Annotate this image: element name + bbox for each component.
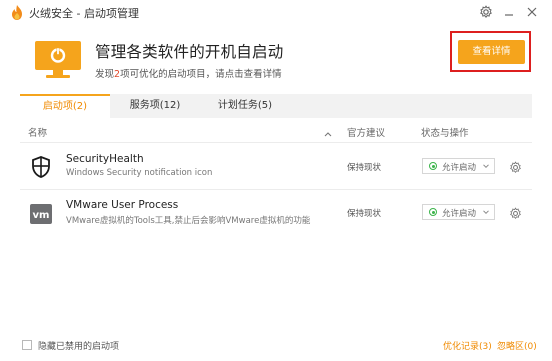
status-ok-icon: [429, 162, 437, 170]
huorong-logo-icon: [10, 5, 24, 20]
minimize-icon[interactable]: [502, 5, 516, 19]
ignore-zone-link[interactable]: 忽略区(0): [497, 339, 537, 352]
row-description: VMware虚拟机的Tools工具,禁止后会影响VMware虚拟机的功能: [66, 216, 311, 226]
subtitle-suffix: 项可优化的启动项目，请点击查看详情: [120, 69, 282, 80]
row-name: VMware User Process: [66, 199, 179, 211]
status-label: 允许启动: [442, 163, 477, 173]
close-icon[interactable]: [525, 5, 539, 19]
page-heading: 管理各类软件的开机自启动: [95, 43, 284, 61]
column-official-advice: 官方建议: [347, 128, 386, 139]
tab-services[interactable]: 服务项(12): [110, 94, 200, 118]
status-ok-icon: [429, 208, 437, 216]
sort-ascending-icon[interactable]: [323, 124, 333, 137]
column-name[interactable]: 名称: [28, 125, 47, 139]
shield-icon: [29, 155, 53, 179]
view-details-button[interactable]: 查看详情: [458, 40, 525, 64]
vmware-icon: vm: [29, 202, 53, 226]
svg-text:vm: vm: [33, 210, 50, 221]
optimize-log-link[interactable]: 优化记录(3): [443, 339, 492, 352]
tab-scheduled-tasks[interactable]: 计划任务(5): [200, 94, 290, 118]
row-divider: [20, 189, 532, 190]
chevron-down-icon: [482, 208, 490, 216]
header-divider: [20, 142, 532, 143]
page-subtitle: 发现2项可优化的启动项目，请点击查看详情: [95, 66, 282, 80]
tab-bar: 启动项(2) 服务项(12) 计划任务(5): [20, 94, 532, 118]
row-name: SecurityHealth: [66, 153, 144, 165]
hide-disabled-label[interactable]: 隐藏已禁用的启动项: [38, 339, 119, 352]
row-description: Windows Security notification icon: [66, 168, 213, 178]
subtitle-prefix: 发现: [95, 69, 115, 80]
startup-monitor-icon: [34, 40, 82, 80]
hide-disabled-checkbox[interactable]: [22, 340, 32, 350]
settings-gear-icon[interactable]: [479, 5, 493, 19]
row-advice: 保持现状: [347, 163, 382, 173]
column-status-actions: 状态与操作: [421, 128, 469, 139]
status-label: 允许启动: [442, 209, 477, 219]
row-settings-gear-icon[interactable]: [509, 159, 522, 174]
startup-status-dropdown[interactable]: 允许启动: [422, 204, 495, 220]
row-settings-gear-icon[interactable]: [509, 205, 522, 220]
startup-status-dropdown[interactable]: 允许启动: [422, 158, 495, 174]
row-advice: 保持现状: [347, 209, 382, 219]
tab-startup-items[interactable]: 启动项(2): [20, 94, 110, 118]
chevron-down-icon: [482, 162, 490, 170]
window-title: 火绒安全 - 启动项管理: [29, 7, 139, 20]
